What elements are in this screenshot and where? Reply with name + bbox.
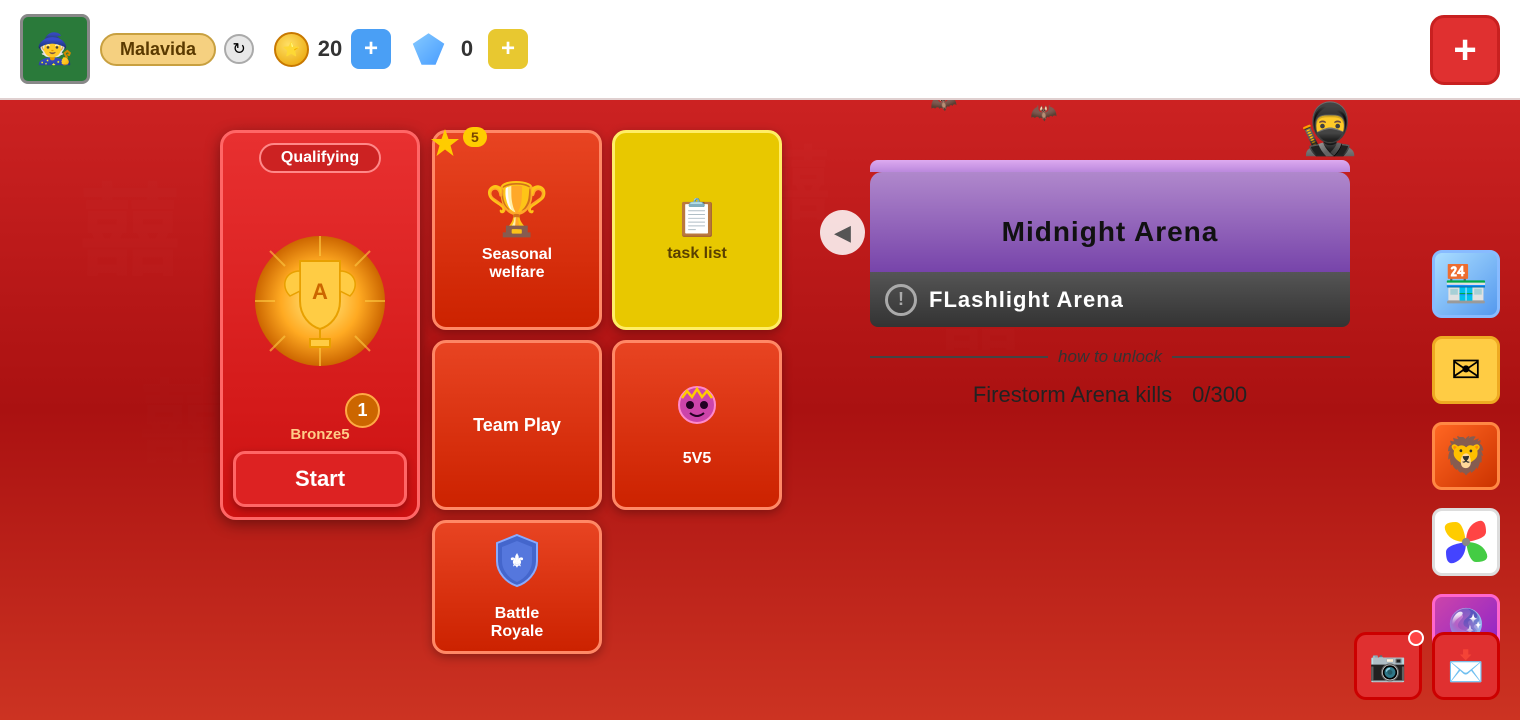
avatar-emoji: 🧙: [36, 32, 73, 67]
header-bar: 🧙 Malavida ↻ ⭐ 20 + 0 + +: [0, 0, 1520, 100]
arena-platform-wrapper: 🦇 🦇 🦇 🥷 Midnight Arena ! FLashlight Aren…: [870, 160, 1390, 327]
platform-top-edge: [870, 160, 1350, 172]
refresh-icon: ↻: [232, 39, 245, 59]
5v5-label: 5V5: [683, 450, 711, 468]
star-badge-icon: [429, 127, 461, 159]
svg-text:⚜: ⚜: [509, 551, 525, 571]
back-arrow-button[interactable]: ◀: [820, 210, 865, 255]
cards-section: Qualifying: [220, 130, 782, 654]
task-icon: 📋: [675, 197, 720, 239]
flashlight-arena-text: FLashlight Arena: [929, 287, 1124, 313]
gem-block: 0 +: [411, 29, 528, 69]
camera-button[interactable]: 📷: [1354, 632, 1422, 700]
kills-info: Firestorm Arena kills 0/300: [870, 382, 1350, 408]
team-play-card[interactable]: Team Play: [432, 340, 602, 510]
battle-label: Battle Royale: [491, 605, 543, 641]
username-text: Malavida: [120, 39, 196, 59]
lion-icon: 🦁: [1444, 435, 1489, 477]
start-button[interactable]: Start: [233, 451, 407, 507]
unlock-label: how to unlock: [1058, 347, 1162, 367]
bottom-right-buttons: 📷 📩: [1354, 632, 1500, 700]
shop-icon-button[interactable]: 🏪: [1432, 250, 1500, 318]
right-icons-panel: 🏪 ✉ 🦁 🔮: [1432, 250, 1500, 662]
avatar[interactable]: 🧙: [20, 14, 90, 84]
bat-2: 🦇: [989, 100, 1019, 102]
rank-badge: 1: [345, 393, 380, 428]
task-list-card[interactable]: 📋 task list: [612, 130, 782, 330]
username-plate: Malavida: [100, 33, 216, 66]
notification-dot: [1408, 630, 1424, 646]
seasonal-trophy-icon: 🏆: [485, 179, 550, 240]
mail-icon-button[interactable]: ✉: [1432, 336, 1500, 404]
deco-symbol-1: 囍: [80, 150, 180, 295]
skull-svg: [672, 383, 722, 433]
username-block: Malavida ↻: [100, 33, 254, 66]
mail-icon: ✉: [1451, 349, 1481, 391]
seasonal-label: Seasonal welfare: [482, 246, 552, 282]
bat-3: 🦇: [1029, 100, 1059, 127]
camera-icon: 📷: [1369, 649, 1406, 684]
kills-value: 0/300: [1192, 382, 1247, 408]
unlock-line-left: [870, 356, 1048, 358]
trophy-svg: A: [250, 231, 390, 371]
5v5-card[interactable]: 5V5: [612, 340, 782, 510]
battle-royale-card[interactable]: ⚜ Battle Royale: [432, 520, 602, 654]
warning-icon: !: [885, 284, 917, 316]
shield-icon: ⚜: [492, 533, 542, 599]
deco-symbol-5: 囍: [140, 350, 230, 480]
refresh-button[interactable]: ↻: [224, 34, 254, 64]
coin-icon: ⭐: [274, 32, 309, 67]
coin-value: 20: [315, 36, 345, 62]
midnight-arena-text: Midnight Arena: [1002, 216, 1219, 248]
seasonal-welfare-card[interactable]: 5 🏆 Seasonal welfare: [432, 130, 602, 330]
arena-section: 🦇 🦇 🦇 🥷 Midnight Arena ! FLashlight Aren…: [870, 160, 1390, 408]
kills-label: Firestorm Arena kills: [973, 382, 1172, 408]
teamplay-label: Team Play: [473, 415, 561, 436]
pinwheel-icon-button[interactable]: [1432, 508, 1500, 576]
shield-svg: ⚜: [492, 533, 542, 588]
qualifying-title: Qualifying: [259, 143, 381, 173]
bronze-label: Bronze5: [290, 426, 349, 443]
trophy-area: A 1: [250, 183, 390, 418]
coin-block: ⭐ 20 +: [274, 29, 391, 69]
add-coins-button[interactable]: +: [351, 29, 391, 69]
svg-text:A: A: [312, 279, 328, 304]
shop-icon: 🏪: [1444, 263, 1489, 305]
midnight-arena-platform[interactable]: Midnight Arena: [870, 172, 1350, 272]
skull-icon: [672, 383, 722, 444]
star-badge-area: [429, 127, 461, 164]
main-area: 囍 囍 囍 囍 囍 囍 Qualifying: [0, 100, 1520, 720]
task-label: task list: [667, 245, 727, 263]
how-to-unlock-row: how to unlock: [870, 347, 1350, 367]
right-cards-grid: 5 🏆 Seasonal welfare 📋 task list Team Pl…: [432, 130, 782, 654]
unlock-line-right: [1172, 356, 1350, 358]
ninja-character: 🥷: [1298, 100, 1360, 159]
gem-icon: [411, 32, 446, 67]
add-gems-button[interactable]: +: [488, 29, 528, 69]
bat-1: 🦇: [928, 100, 960, 118]
star-number: 5: [463, 127, 487, 147]
pinwheel-svg: [1441, 517, 1491, 567]
envelope-icon: 📩: [1447, 649, 1484, 684]
unlock-section: how to unlock Firestorm Arena kills 0/30…: [870, 347, 1350, 408]
gem-value: 0: [452, 36, 482, 62]
envelope-button[interactable]: 📩: [1432, 632, 1500, 700]
top-plus-button[interactable]: +: [1430, 15, 1500, 85]
flashlight-arena-bar[interactable]: ! FLashlight Arena: [870, 272, 1350, 327]
lion-icon-button[interactable]: 🦁: [1432, 422, 1500, 490]
qualifying-card[interactable]: Qualifying: [220, 130, 420, 520]
